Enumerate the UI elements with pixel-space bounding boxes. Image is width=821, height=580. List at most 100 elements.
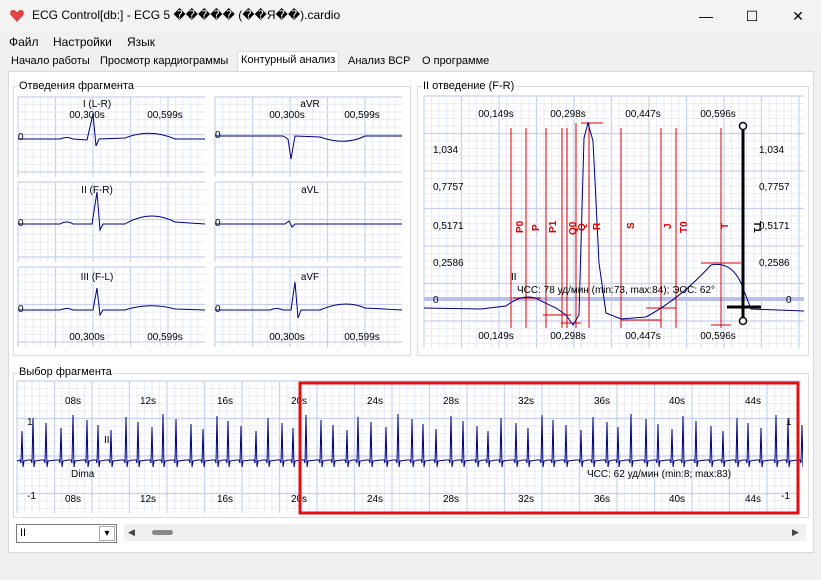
fragment-time-top-8: 36s — [594, 396, 610, 407]
tab-about[interactable]: О программе — [419, 53, 492, 71]
y-label-right-1: 1,034 — [759, 145, 784, 156]
detail-time-top-4: 00,596s — [700, 109, 736, 120]
marker-p1: P1 — [548, 220, 559, 233]
maximize-button[interactable]: ☐ — [729, 0, 775, 32]
scroll-thumb[interactable] — [152, 530, 173, 535]
time-label-top-1: 00,300s — [69, 110, 105, 121]
fragment-time-top-2: 12s — [140, 396, 156, 407]
detail-time-top-1: 00,149s — [478, 109, 514, 120]
lead-plot-ii: 0 II (F-R) — [17, 181, 206, 262]
y-label-left-1: 1,034 — [433, 145, 458, 156]
fragment-hr-text: ЧСС: 62 уд/мин (min:8; max:83) — [587, 469, 731, 480]
y-label-right-2: 0,7757 — [759, 182, 790, 193]
lead-zero-avr: 0 — [215, 130, 221, 141]
y-label-left-3: 0,5171 — [433, 221, 464, 232]
time-label-top-4: 00,599s — [344, 110, 380, 121]
app-heart-icon — [10, 9, 24, 22]
scroll-right-icon[interactable]: ▶ — [792, 527, 799, 538]
lead-label-avl: aVL — [301, 185, 319, 196]
fragment-y-bottom-right: -1 — [781, 491, 790, 502]
lead-zero-iii: 0 — [18, 304, 24, 315]
lead-label-iii: III (F-L) — [81, 272, 114, 283]
lead-plot-i: 0 I (L-R) 00,300s 00,599s — [17, 96, 205, 177]
lead-label-ii: II (F-R) — [81, 185, 113, 196]
fragment-time-bottom-2: 12s — [140, 494, 156, 505]
patient-name: Dima — [71, 469, 95, 480]
marker-j: J — [663, 223, 674, 229]
time-label-bottom-1: 00,300s — [69, 332, 105, 343]
detail-time-bottom-2: 00,298s — [550, 331, 586, 342]
menu-settings[interactable]: Настройки — [53, 35, 112, 49]
lead-plot-avr: 0 aVR 00,300s 00,599s — [214, 96, 402, 177]
fragment-time-bottom-7: 32s — [518, 494, 534, 505]
fragment-time-top-10: 44s — [745, 396, 761, 407]
marker-q: Q — [577, 223, 588, 231]
lead-plot-iii: 0 III (F-L) 00,300s 00,599s — [17, 266, 206, 347]
fragment-group-title: Выбор фрагмента — [18, 366, 113, 378]
leads-group-title: Отведения фрагмента — [18, 80, 136, 92]
fragment-time-bottom-3: 16s — [217, 494, 233, 505]
ecg-grid — [423, 95, 804, 348]
y-label-right-5: 0 — [786, 295, 792, 306]
minimize-button[interactable]: — — [683, 0, 729, 32]
lead-zero-i: 0 — [18, 132, 24, 143]
tab-cardiogram-view[interactable]: Просмотр кардиограммы — [97, 53, 231, 71]
marker-p0: P0 — [515, 220, 526, 233]
fragment-time-bottom-1: 08s — [65, 494, 81, 505]
fragment-time-top-5: 24s — [367, 396, 383, 407]
fragment-y-bottom-left: -1 — [27, 491, 36, 502]
fragment-time-bottom-8: 36s — [594, 494, 610, 505]
lead-label-i: I (L-R) — [83, 99, 111, 110]
y-label-left-5: 0 — [433, 295, 439, 306]
time-label-top-2: 00,599s — [147, 110, 183, 121]
lead-zero-avf: 0 — [215, 304, 221, 315]
lead-plot-avl: 0 aVL — [214, 181, 402, 262]
tab-contour-analysis[interactable]: Контурный анализ — [237, 51, 340, 72]
detail-time-top-3: 00,447s — [625, 109, 661, 120]
marker-p: P — [531, 224, 542, 231]
fragment-time-bottom-5: 24s — [367, 494, 383, 505]
tab-hrv-analysis[interactable]: Анализ ВСР — [345, 53, 413, 71]
detail-lead-name: II — [511, 272, 517, 283]
chevron-down-icon[interactable]: ▾ — [99, 526, 115, 541]
marker-t: T — [720, 223, 731, 229]
lead-zero-avl: 0 — [215, 218, 221, 229]
detail-time-top-2: 00,298s — [550, 109, 586, 120]
time-label-top-3: 00,300s — [269, 110, 305, 121]
lead-plot-avf: 0 aVF 00,300s 00,599s — [214, 266, 403, 347]
lead-ii-group-title: II отведение (F-R) — [422, 80, 516, 92]
y-label-right-4: 0,2586 — [759, 258, 790, 269]
leads-grid: 0 I (L-R) 00,300s 00,599s 0 aVR 00,300s … — [17, 96, 403, 347]
y-label-left-4: 0,2586 — [433, 258, 464, 269]
scroll-left-icon[interactable]: ◀ — [128, 527, 135, 538]
marker-r: R — [592, 222, 603, 230]
menu-file[interactable]: Файл — [9, 35, 39, 49]
menu-bar: Файл Настройки Язык — [0, 32, 821, 52]
window-title: ECG Control[db:] - ECG 5 ����� (��Я��).c… — [32, 8, 341, 22]
lead-select[interactable]: II ▾ — [16, 524, 117, 543]
fragment-time-top-3: 16s — [217, 396, 233, 407]
y-label-left-2: 0,7757 — [433, 182, 464, 193]
fragment-time-top-1: 08s — [65, 396, 81, 407]
fragment-time-top-6: 28s — [443, 396, 459, 407]
fragment-chart[interactable]: 08s 12s 16s 20s 24s 28s 32s 36s 40s 44s … — [15, 379, 803, 515]
fragment-lead-name: II — [104, 435, 110, 446]
y-label-right-3: 0,5171 — [759, 221, 790, 232]
close-button[interactable]: ✕ — [775, 0, 821, 32]
marker-t0: T0 — [679, 221, 690, 233]
detail-time-bottom-4: 00,596s — [700, 331, 736, 342]
menu-language[interactable]: Язык — [127, 35, 155, 49]
lead-select-value: II — [20, 527, 27, 539]
time-label-bottom-3: 00,300s — [269, 332, 305, 343]
detail-time-bottom-1: 00,149s — [478, 331, 514, 342]
fragment-scrollbar[interactable]: ◀ ▶ — [124, 524, 806, 541]
tab-start[interactable]: Начало работы — [8, 53, 93, 71]
fragment-y-top-left: 1 — [27, 417, 33, 428]
marker-s: S — [626, 222, 637, 229]
detail-hr-text: ЧСС: 78 уд/мин (min:73, max:84); ЭОС: 62… — [517, 285, 715, 296]
lead-zero-ii: 0 — [18, 218, 24, 229]
fragment-time-top-7: 32s — [518, 396, 534, 407]
marker-t1: T1 — [751, 221, 762, 233]
fragment-time-bottom-6: 28s — [443, 494, 459, 505]
fragment-y-top-right: 1 — [786, 417, 792, 428]
